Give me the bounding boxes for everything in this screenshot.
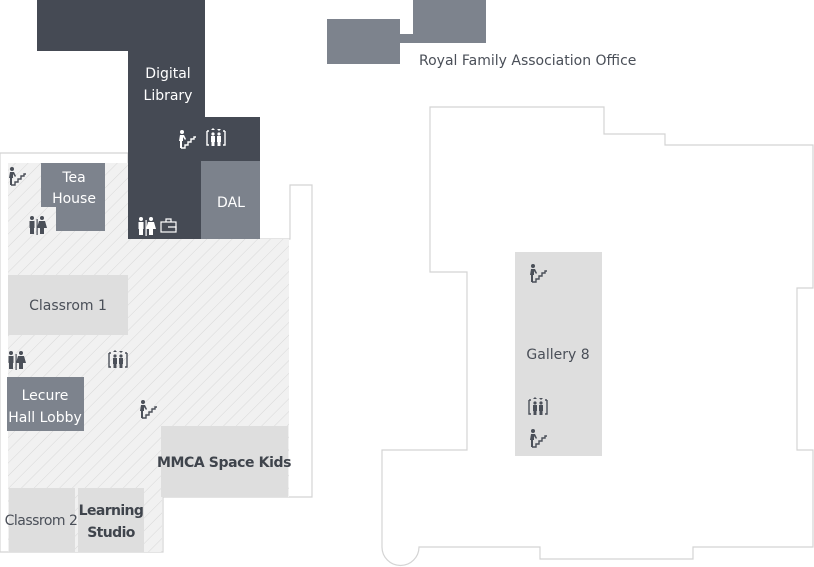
tea-house-label: Tea [61,170,85,186]
learning-studio-label: Studio [87,525,136,541]
room-classroom-1[interactable]: Classrom 1 [8,275,128,335]
gallery-8-label: Gallery 8 [526,347,589,363]
classroom-2-label: Classrom 2 [5,513,78,529]
lecture-hall-lobby-label: Lecure [22,388,69,404]
royal-family-office-label: Royal Family Association Office [419,53,636,69]
digital-library-label: Digital [145,66,190,82]
room-mmca-space-kids[interactable]: MMCA Space Kids [157,426,291,497]
dal-label: DAL [217,195,245,211]
floor-map: Gallery 8 Royal Family Association Offic… [0,0,814,567]
room-lecture-hall-lobby[interactable]: Lecure Hall Lobby [7,377,84,431]
mmca-space-kids-label: MMCA Space Kids [157,455,291,471]
room-classroom-2[interactable]: Classrom 2 [5,488,78,552]
learning-studio-label: Learning [79,503,144,519]
lecture-hall-lobby-label: Hall Lobby [8,410,82,426]
tea-house-label: House [52,191,96,207]
room-dal[interactable]: DAL [201,161,260,239]
digital-library-label: Library [144,88,193,104]
room-gallery-8[interactable]: Gallery 8 [515,252,602,456]
classroom-1-label: Classrom 1 [29,298,107,314]
room-learning-studio[interactable]: Learning Studio [78,488,144,552]
